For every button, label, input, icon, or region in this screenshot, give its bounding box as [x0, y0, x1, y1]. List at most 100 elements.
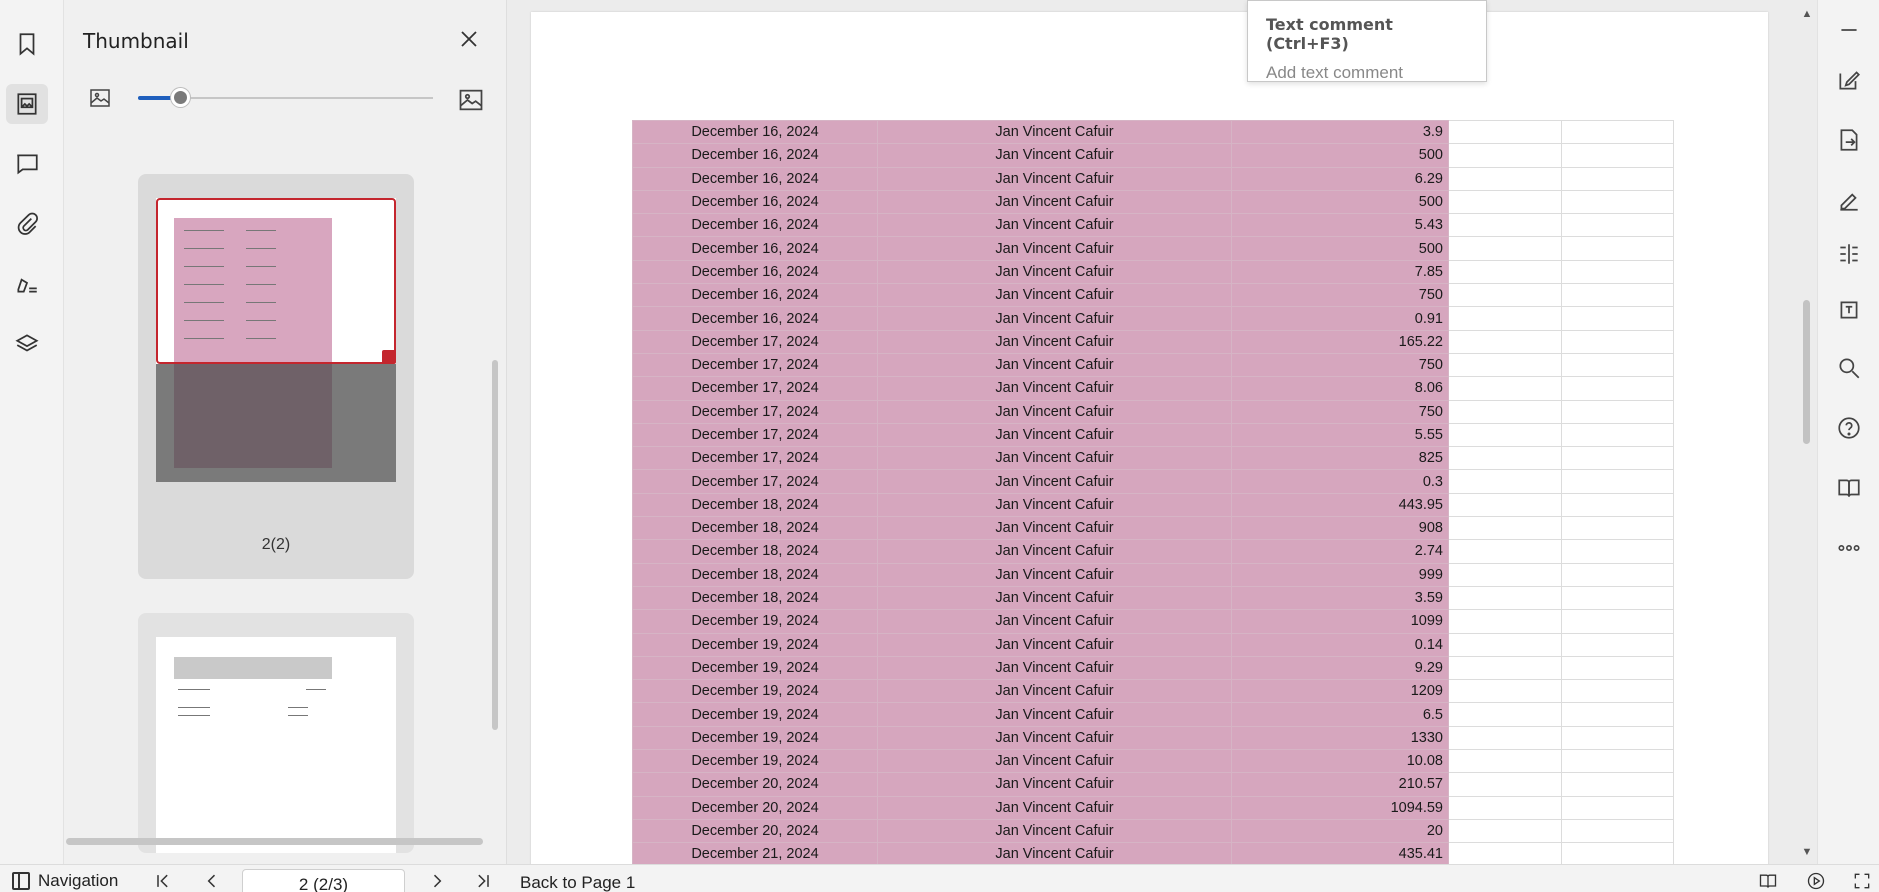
name-cell: Jan Vincent Cafuir: [877, 842, 1232, 864]
amount-cell: 20: [1231, 818, 1449, 844]
scrollbar-thumb[interactable]: [1803, 300, 1810, 444]
date-cell: December 16, 2024: [632, 236, 878, 261]
visible-area-handle[interactable]: [382, 350, 396, 364]
empty-cell: [1561, 749, 1674, 774]
name-cell: Jan Vincent Cafuir: [877, 492, 1232, 518]
search-icon[interactable]: [1835, 354, 1863, 382]
name-cell: Jan Vincent Cafuir: [877, 609, 1232, 634]
empty-cell: [1448, 539, 1562, 564]
table-row: December 19, 2024 Jan Vincent Cafuir 10.08: [632, 749, 1674, 774]
previous-page-icon[interactable]: [202, 871, 222, 891]
tooltip: Text comment (Ctrl+F3) Add text comment: [1247, 0, 1487, 82]
bookmark-icon[interactable]: [6, 24, 48, 64]
transactions-table: December 16, 2024 Jan Vincent Cafuir 3.9 De…: [632, 119, 1674, 864]
scroll-up-icon[interactable]: ▲: [1801, 8, 1813, 20]
table-row: December 17, 2024 Jan Vincent Cafuir 0.3: [632, 469, 1674, 494]
empty-cell: [1448, 632, 1562, 657]
date-cell: December 17, 2024: [632, 376, 878, 401]
amount-cell: 750: [1231, 399, 1449, 424]
date-cell: December 19, 2024: [632, 632, 878, 657]
empty-cell: [1448, 399, 1562, 424]
empty-cell: [1448, 469, 1562, 494]
amount-cell: 3.59: [1231, 585, 1449, 611]
amount-cell: 500: [1231, 143, 1449, 168]
date-cell: December 17, 2024: [632, 422, 878, 448]
empty-cell: [1561, 772, 1674, 797]
scroll-down-icon[interactable]: ▼: [1801, 846, 1813, 858]
table-row: December 16, 2024 Jan Vincent Cafuir 500: [632, 189, 1674, 215]
panel-title: Thumbnail: [83, 29, 189, 53]
name-cell: Jan Vincent Cafuir: [877, 772, 1232, 797]
empty-cell: [1448, 655, 1562, 681]
first-page-icon[interactable]: [153, 871, 173, 891]
empty-cell: [1561, 166, 1674, 191]
name-cell: Jan Vincent Cafuir: [877, 725, 1232, 751]
read-aloud-icon[interactable]: [1835, 474, 1863, 502]
date-cell: December 17, 2024: [632, 446, 878, 471]
empty-cell: [1561, 446, 1674, 471]
attachment-icon[interactable]: [6, 204, 48, 244]
empty-cell: [1561, 283, 1674, 308]
export-icon[interactable]: [1835, 126, 1863, 154]
page-number-input[interactable]: 2 (2/3): [242, 869, 405, 892]
empty-cell: [1448, 609, 1562, 634]
reading-mode-icon[interactable]: [1758, 871, 1778, 891]
edit-icon[interactable]: [1835, 66, 1863, 94]
compare-icon[interactable]: [1835, 240, 1863, 268]
fullscreen-icon[interactable]: [1852, 871, 1872, 891]
amount-cell: 9.29: [1231, 655, 1449, 681]
name-cell: Jan Vincent Cafuir: [877, 562, 1232, 587]
table-row: December 17, 2024 Jan Vincent Cafuir 750: [632, 352, 1674, 378]
zoom-out-thumbnail-icon[interactable]: [88, 86, 112, 110]
thumbnail-vertical-scrollbar[interactable]: [492, 360, 498, 730]
zoom-in-thumbnail-icon[interactable]: [457, 86, 485, 114]
empty-cell: [1561, 306, 1674, 331]
amount-cell: 6.29: [1231, 166, 1449, 191]
date-cell: December 17, 2024: [632, 329, 878, 354]
name-cell: Jan Vincent Cafuir: [877, 119, 1232, 145]
thumbnail-page-2[interactable]: 2(2): [138, 174, 414, 579]
table-row: December 19, 2024 Jan Vincent Cafuir 0.14: [632, 632, 1674, 657]
thumbnail-horizontal-scrollbar[interactable]: [66, 838, 483, 845]
more-icon[interactable]: [1835, 534, 1863, 562]
name-cell: Jan Vincent Cafuir: [877, 469, 1232, 494]
name-cell: Jan Vincent Cafuir: [877, 236, 1232, 261]
signature-icon[interactable]: [6, 264, 48, 304]
date-cell: December 19, 2024: [632, 749, 878, 774]
navigation-toggle[interactable]: Navigation: [12, 871, 118, 891]
visible-area-frame[interactable]: [156, 198, 396, 364]
thumbnail-page-3[interactable]: [138, 613, 414, 853]
empty-cell: [1561, 539, 1674, 564]
table-row: December 16, 2024 Jan Vincent Cafuir 0.91: [632, 306, 1674, 331]
empty-cell: [1561, 516, 1674, 541]
navigation-pane-icon: [12, 872, 30, 890]
empty-cell: [1448, 585, 1562, 611]
amount-cell: 500: [1231, 189, 1449, 215]
name-cell: Jan Vincent Cafuir: [877, 585, 1232, 611]
empty-cell: [1448, 446, 1562, 471]
slider-handle[interactable]: [171, 88, 190, 107]
amount-cell: 5.43: [1231, 213, 1449, 238]
help-icon[interactable]: [1835, 414, 1863, 442]
date-cell: December 20, 2024: [632, 772, 878, 797]
close-icon[interactable]: [457, 27, 481, 51]
slideshow-play-icon[interactable]: [1806, 871, 1826, 891]
back-to-page-link[interactable]: Back to Page 1: [520, 873, 635, 892]
amount-cell: 8.06: [1231, 376, 1449, 401]
table-body: December 16, 2024 Jan Vincent Cafuir 3.9 De…: [632, 119, 1674, 864]
empty-cell: [1561, 422, 1674, 448]
sign-icon[interactable]: [1835, 186, 1863, 214]
thumbnail-icon[interactable]: [6, 84, 48, 124]
table-row: December 19, 2024 Jan Vincent Cafuir 1209: [632, 679, 1674, 704]
comment-icon[interactable]: [6, 144, 48, 184]
date-cell: December 18, 2024: [632, 492, 878, 518]
empty-cell: [1448, 306, 1562, 331]
layers-icon[interactable]: [6, 324, 48, 364]
translate-icon[interactable]: [1835, 296, 1863, 324]
document-vertical-scrollbar[interactable]: ▲ ▼: [1797, 0, 1817, 864]
next-page-icon[interactable]: [427, 871, 447, 891]
last-page-icon[interactable]: [473, 871, 493, 891]
table-row: December 18, 2024 Jan Vincent Cafuir 2.74: [632, 539, 1674, 564]
empty-cell: [1448, 166, 1562, 191]
minimize-icon[interactable]: [1835, 16, 1863, 44]
